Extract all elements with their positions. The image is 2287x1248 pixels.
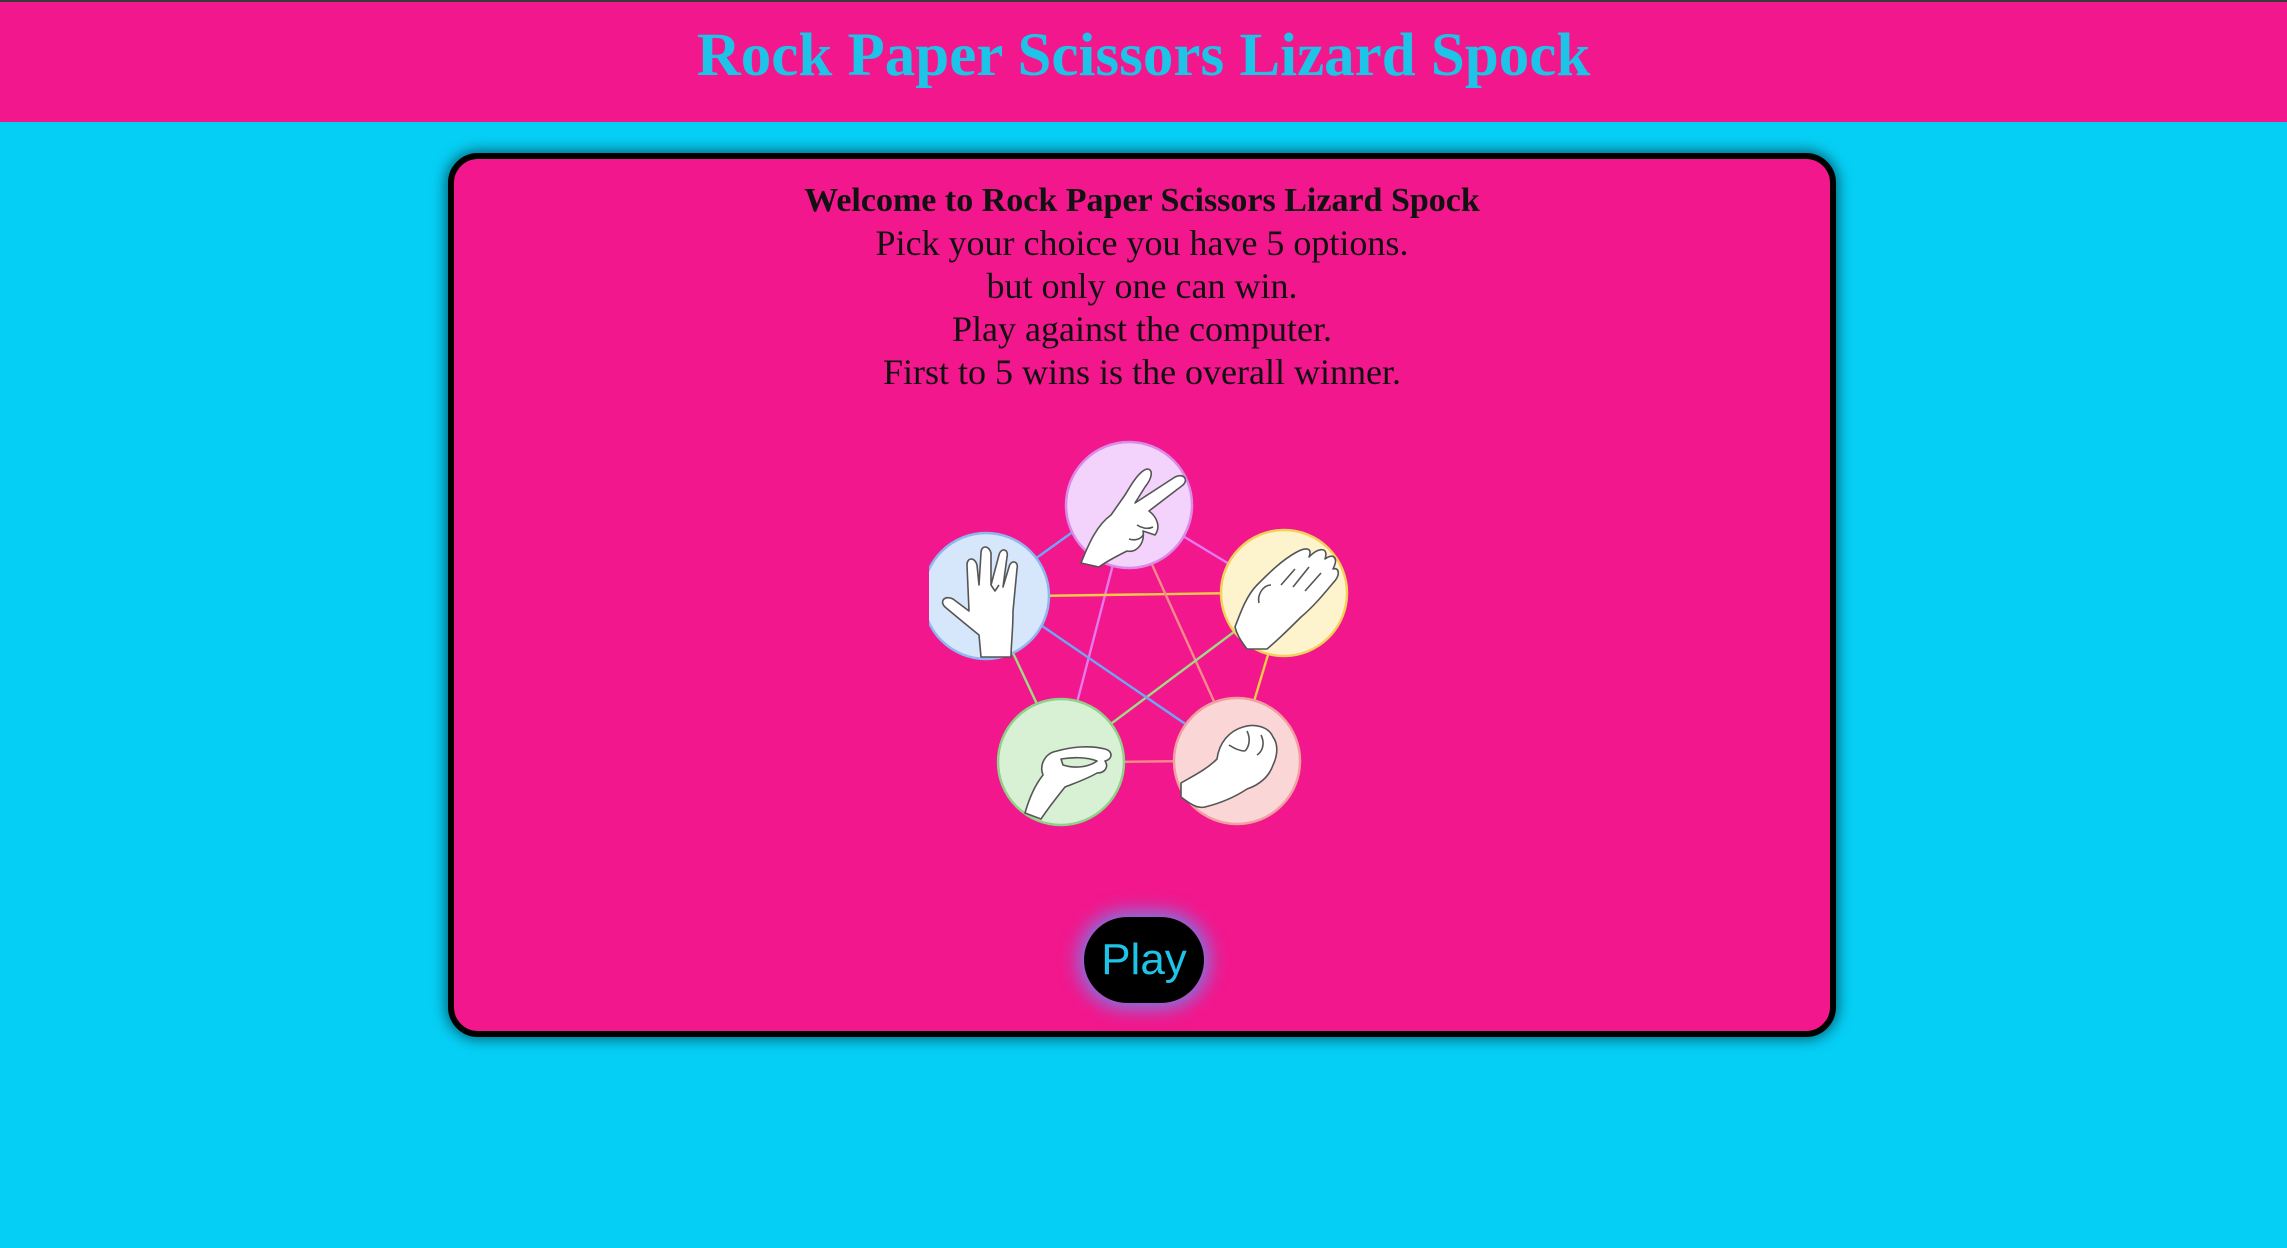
intro-line-3: Play against the computer. bbox=[952, 309, 1332, 349]
spock-choice bbox=[929, 531, 1051, 661]
header-bar: Rock Paper Scissors Lizard Spock bbox=[0, 0, 2287, 122]
welcome-heading: Welcome to Rock Paper Scissors Lizard Sp… bbox=[804, 182, 1480, 219]
intro-line-4: First to 5 wins is the overall winner. bbox=[883, 352, 1401, 392]
rock-choice bbox=[1172, 696, 1302, 826]
arrow-rock-scissors bbox=[1143, 547, 1224, 720]
intro-line-2: but only one can win. bbox=[986, 266, 1298, 306]
play-button[interactable]: Play bbox=[1084, 917, 1204, 1003]
scissors-choice bbox=[1064, 440, 1194, 570]
welcome-card: Welcome to Rock Paper Scissors Lizard Sp… bbox=[448, 153, 1836, 1037]
intro-line-1: Pick your choice you have 5 options. bbox=[875, 223, 1409, 263]
arrow-paper-spock bbox=[1030, 587, 1241, 605]
intro-text: Welcome to Rock Paper Scissors Lizard Sp… bbox=[454, 179, 1830, 394]
paper-choice bbox=[1219, 528, 1349, 658]
rpsls-diagram bbox=[929, 440, 1349, 827]
page-title: Rock Paper Scissors Lizard Spock bbox=[696, 22, 1591, 89]
arrow-scissors-lizard bbox=[1068, 548, 1119, 720]
lizard-choice bbox=[996, 697, 1126, 827]
